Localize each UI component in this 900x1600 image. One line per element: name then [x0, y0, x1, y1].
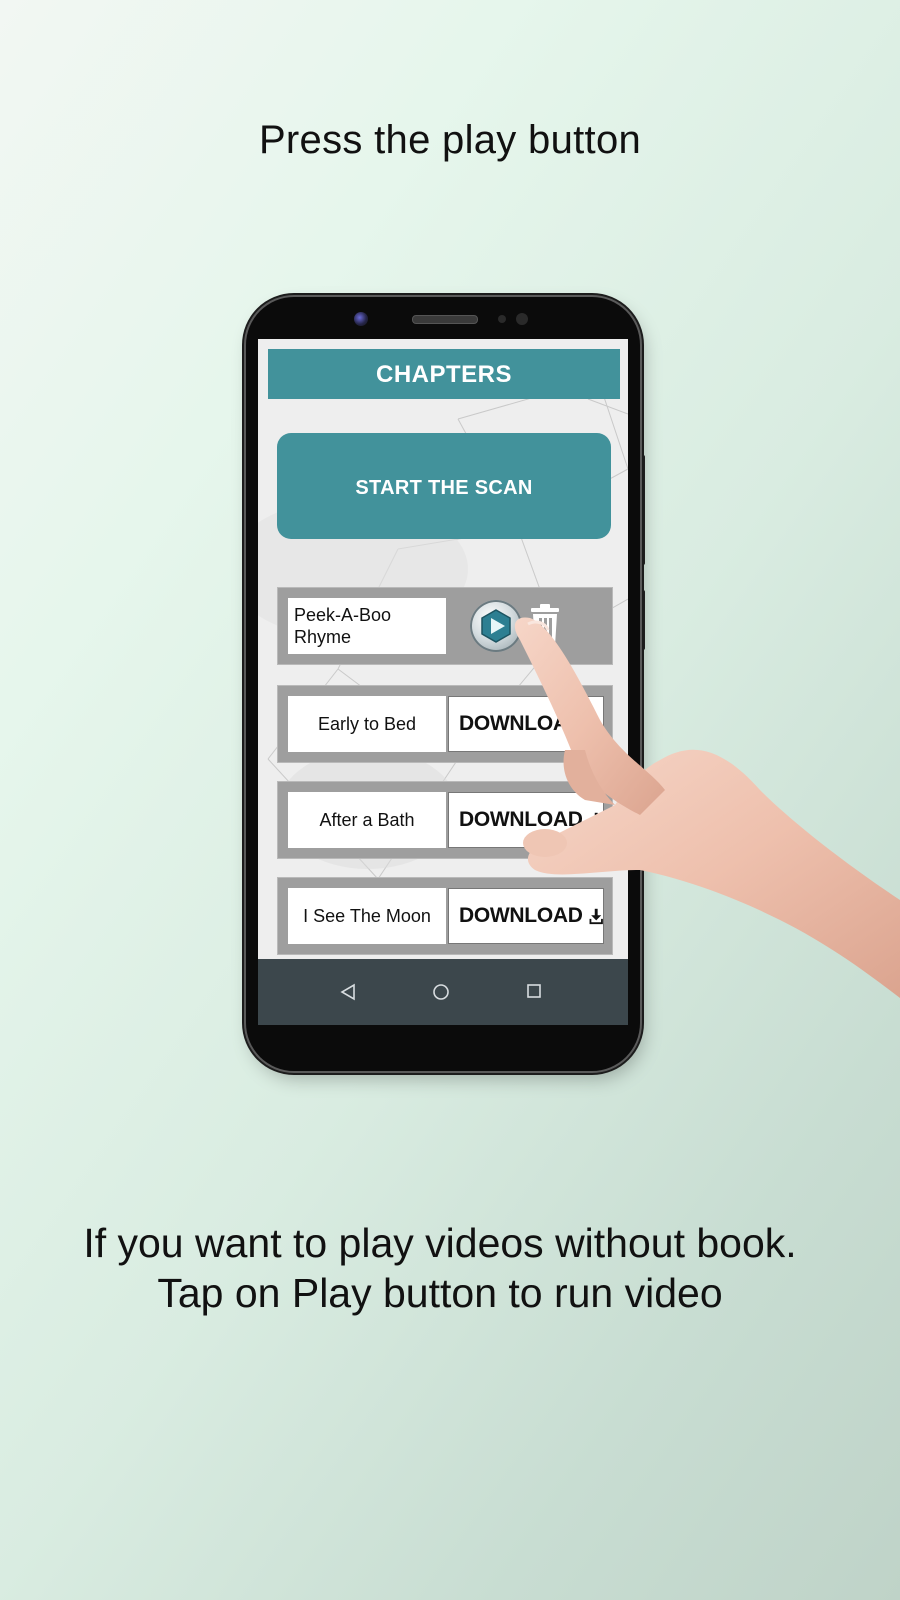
recent-square-icon[interactable]	[526, 983, 542, 999]
chapter-row: I See The Moon DOWNLOAD	[277, 877, 613, 955]
headline: Press the play button	[258, 118, 642, 162]
proximity-sensor	[498, 315, 506, 323]
download-label: DOWNLOAD	[459, 808, 583, 831]
download-icon	[589, 812, 603, 829]
front-camera	[354, 312, 368, 326]
start-scan-button[interactable]: START THE SCAN	[277, 433, 611, 539]
download-button[interactable]: DOWNLOAD	[448, 888, 604, 944]
instruction-caption: If you want to play videos without book.…	[83, 1220, 797, 1316]
phone-screen: CHAPTERS START THE SCAN Peek-A-Boo Rhyme	[258, 339, 628, 1025]
phone-volume-button	[640, 455, 645, 565]
download-label: DOWNLOAD	[459, 904, 583, 927]
download-button[interactable]: DOWNLOAD	[448, 696, 604, 752]
play-button[interactable]	[470, 600, 522, 652]
chapter-name: After a Bath	[288, 792, 446, 848]
chapters-title-bar: CHAPTERS	[268, 349, 620, 399]
phone-power-button	[640, 590, 645, 650]
chapter-name: Peek-A-Boo Rhyme	[288, 598, 446, 654]
download-label: DOWNLOAD	[459, 712, 583, 735]
chapter-row: Peek-A-Boo Rhyme	[277, 587, 613, 665]
download-icon	[589, 908, 603, 925]
chapter-name: I See The Moon	[288, 888, 446, 944]
light-sensor	[516, 313, 528, 325]
trash-icon[interactable]	[528, 602, 562, 648]
download-button[interactable]: DOWNLOAD	[448, 792, 604, 848]
chapter-name: Early to Bed	[288, 696, 446, 752]
phone-mockup: CHAPTERS START THE SCAN Peek-A-Boo Rhyme	[246, 297, 640, 1071]
android-nav-bar	[258, 959, 628, 1025]
download-icon	[589, 716, 603, 733]
chapter-row: After a Bath DOWNLOAD	[277, 781, 613, 859]
home-circle-icon[interactable]	[432, 983, 450, 1001]
back-triangle-icon[interactable]	[340, 983, 356, 1001]
chapter-row: Early to Bed DOWNLOAD	[277, 685, 613, 763]
earpiece-speaker	[412, 315, 478, 324]
play-icon	[481, 609, 511, 643]
